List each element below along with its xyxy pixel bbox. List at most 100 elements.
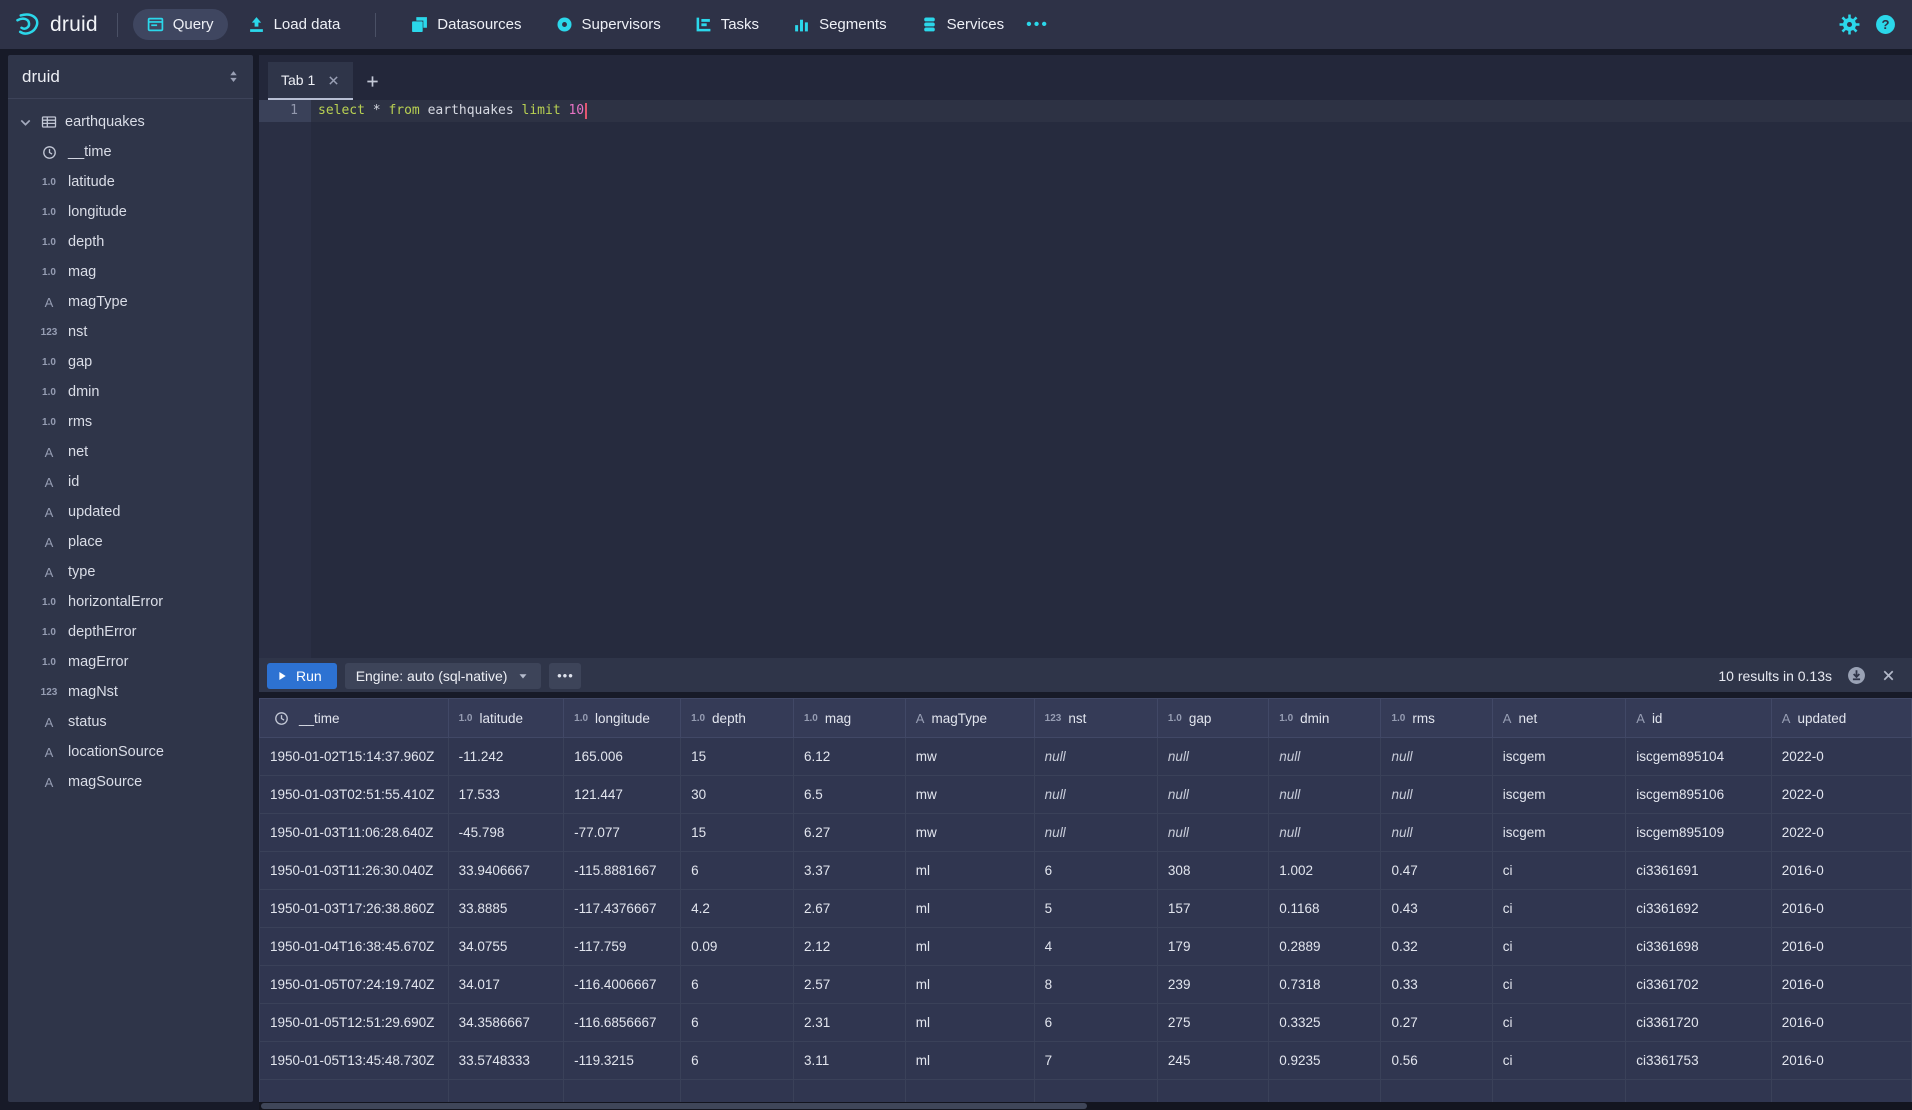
sidebar-item-mag[interactable]: 1.0mag	[8, 257, 253, 287]
table-cell[interactable]: 0.7318	[1269, 966, 1381, 1004]
sidebar-item-place[interactable]: Aplace	[8, 527, 253, 557]
table-cell[interactable]: 0.56	[1381, 1042, 1492, 1080]
table-cell[interactable]: 33.5748333	[448, 1042, 564, 1080]
table-cell[interactable]: 2016-0	[1771, 852, 1911, 890]
table-cell[interactable]: 1950-01-04T16:38:45.670Z	[260, 928, 449, 966]
nav-item-services[interactable]: Services	[907, 9, 1019, 40]
table-cell[interactable]: 5	[1034, 890, 1157, 928]
table-cell[interactable]: 8	[1034, 966, 1157, 1004]
table-cell[interactable]: ci	[1492, 890, 1625, 928]
table-cell[interactable]: 2016-0	[1771, 966, 1911, 1004]
sidebar-item-locationsource[interactable]: AlocationSource	[8, 737, 253, 767]
nav-item-tasks[interactable]: Tasks	[681, 9, 773, 40]
table-cell[interactable]	[1626, 1080, 1772, 1103]
nav-item-load-data[interactable]: Load data	[234, 9, 355, 40]
table-cell[interactable]: 4	[1034, 928, 1157, 966]
table-cell[interactable]: 2022-0	[1771, 814, 1911, 852]
table-cell[interactable]: ml	[905, 890, 1034, 928]
column-header-updated[interactable]: Aupdated	[1771, 699, 1911, 738]
sidebar-item-longitude[interactable]: 1.0longitude	[8, 197, 253, 227]
sidebar-item-magerror[interactable]: 1.0magError	[8, 647, 253, 677]
column-header-net[interactable]: Anet	[1492, 699, 1625, 738]
table-cell[interactable]: 121.447	[564, 776, 681, 814]
table-cell[interactable]: null	[1157, 776, 1268, 814]
table-cell[interactable]: 0.2889	[1269, 928, 1381, 966]
table-cell[interactable]: null	[1269, 776, 1381, 814]
table-cell[interactable]: 1950-01-03T11:06:28.640Z	[260, 814, 449, 852]
table-cell[interactable]: ml	[905, 1004, 1034, 1042]
column-header-gap[interactable]: 1.0gap	[1157, 699, 1268, 738]
table-cell[interactable]: null	[1157, 814, 1268, 852]
table-cell[interactable]: 1950-01-03T11:26:30.040Z	[260, 852, 449, 890]
table-cell[interactable]: 2.67	[793, 890, 905, 928]
table-cell[interactable]	[448, 1080, 564, 1103]
sidebar-item-deptherror[interactable]: 1.0depthError	[8, 617, 253, 647]
table-cell[interactable]: 0.32	[1381, 928, 1492, 966]
table-cell[interactable]: ci3361702	[1626, 966, 1772, 1004]
table-cell[interactable]: -45.798	[448, 814, 564, 852]
sort-double-caret-icon[interactable]	[226, 69, 241, 84]
table-cell[interactable]: 0.33	[1381, 966, 1492, 1004]
table-cell[interactable]: 34.0755	[448, 928, 564, 966]
table-cell[interactable]: ci	[1492, 1004, 1625, 1042]
table-cell[interactable]: ci	[1492, 1042, 1625, 1080]
table-cell[interactable]: mw	[905, 776, 1034, 814]
table-cell[interactable]: 33.9406667	[448, 852, 564, 890]
table-cell[interactable]	[681, 1080, 794, 1103]
download-icon[interactable]	[1847, 666, 1866, 685]
table-cell[interactable]: -11.242	[448, 738, 564, 776]
table-cell[interactable]: 3.37	[793, 852, 905, 890]
tab-close-icon[interactable]	[327, 74, 340, 87]
editor-code-area[interactable]: select * from earthquakes limit 10	[311, 100, 1912, 658]
table-cell[interactable]: 1950-01-05T13:45:48.730Z	[260, 1042, 449, 1080]
run-button[interactable]: Run	[267, 663, 337, 689]
table-cell[interactable]: 1950-01-05T07:24:19.740Z	[260, 966, 449, 1004]
table-cell[interactable]: null	[1269, 738, 1381, 776]
table-cell[interactable]: 33.8885	[448, 890, 564, 928]
table-cell[interactable]: 0.27	[1381, 1004, 1492, 1042]
table-cell[interactable]: 15	[681, 814, 794, 852]
sidebar-item-magsource[interactable]: AmagSource	[8, 767, 253, 797]
table-cell[interactable]: 2016-0	[1771, 890, 1911, 928]
table-cell[interactable]: iscgem	[1492, 814, 1625, 852]
table-cell[interactable]: 6	[1034, 1004, 1157, 1042]
table-cell[interactable]: ci3361691	[1626, 852, 1772, 890]
table-cell[interactable]: null	[1381, 738, 1492, 776]
table-cell[interactable]: 15	[681, 738, 794, 776]
scrollbar-thumb[interactable]	[261, 1103, 1087, 1109]
table-cell[interactable]: null	[1381, 776, 1492, 814]
sidebar-item-magnst[interactable]: 123magNst	[8, 677, 253, 707]
table-cell[interactable]: 1950-01-02T15:14:37.960Z	[260, 738, 449, 776]
table-cell[interactable]: -115.8881667	[564, 852, 681, 890]
nav-item-segments[interactable]: Segments	[779, 9, 901, 40]
table-cell[interactable]: ml	[905, 852, 1034, 890]
table-cell[interactable]: -119.3215	[564, 1042, 681, 1080]
table-cell[interactable]: ci	[1492, 928, 1625, 966]
table-cell[interactable]: -116.4006667	[564, 966, 681, 1004]
table-cell[interactable]: iscgem	[1492, 738, 1625, 776]
table-cell[interactable]: ci3361692	[1626, 890, 1772, 928]
table-cell[interactable]: 239	[1157, 966, 1268, 1004]
table-cell[interactable]: 1.002	[1269, 852, 1381, 890]
table-cell[interactable]: 1950-01-03T17:26:38.860Z	[260, 890, 449, 928]
sidebar-item-updated[interactable]: Aupdated	[8, 497, 253, 527]
table-cell[interactable]: 2.31	[793, 1004, 905, 1042]
column-header-magtype[interactable]: AmagType	[905, 699, 1034, 738]
table-cell[interactable]: 2016-0	[1771, 1042, 1911, 1080]
table-cell[interactable]: null	[1034, 776, 1157, 814]
column-header-latitude[interactable]: 1.0latitude	[448, 699, 564, 738]
sidebar-item-id[interactable]: Aid	[8, 467, 253, 497]
column-header-nst[interactable]: 123nst	[1034, 699, 1157, 738]
table-cell[interactable]: 2.57	[793, 966, 905, 1004]
table-cell[interactable]: mw	[905, 814, 1034, 852]
table-cell[interactable]: 275	[1157, 1004, 1268, 1042]
table-cell[interactable]: iscgem895109	[1626, 814, 1772, 852]
table-cell[interactable]: 2016-0	[1771, 1004, 1911, 1042]
table-cell[interactable]: ci3361753	[1626, 1042, 1772, 1080]
table-cell[interactable]: 34.3586667	[448, 1004, 564, 1042]
query-more-button[interactable]: •••	[549, 663, 581, 689]
sidebar-item-gap[interactable]: 1.0gap	[8, 347, 253, 377]
table-cell[interactable]: 17.533	[448, 776, 564, 814]
table-cell[interactable]: null	[1157, 738, 1268, 776]
table-cell[interactable]: 6.27	[793, 814, 905, 852]
